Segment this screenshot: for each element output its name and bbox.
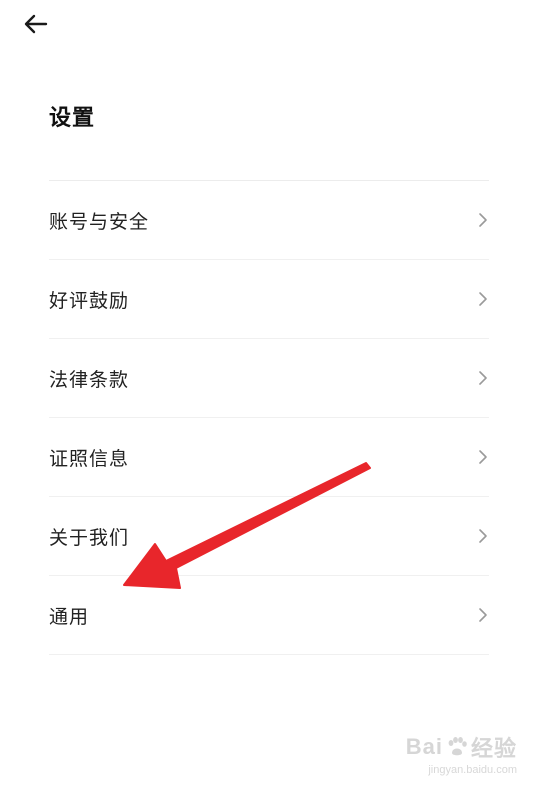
watermark-brand-right: 经验 [470,736,517,761]
menu-item-about-us[interactable]: 关于我们 [49,497,489,576]
chevron-right-icon [479,213,487,227]
chevron-right-icon [479,450,487,464]
menu-item-label: 好评鼓励 [49,289,130,312]
menu-item-general[interactable]: 通用 [49,576,489,655]
back-button[interactable] [16,6,56,42]
menu-item-label: 账号与安全 [49,210,150,233]
menu-item-account-security[interactable]: 账号与安全 [49,181,489,260]
menu-item-legal-terms[interactable]: 法律条款 [49,339,489,418]
menu-item-rating[interactable]: 好评鼓励 [49,260,489,339]
watermark-brand: Bai 经验 [406,731,517,763]
menu-item-label: 关于我们 [49,526,130,549]
chevron-right-icon [479,292,487,306]
menu-item-license-info[interactable]: 证照信息 [49,418,489,497]
arrow-left-icon [24,14,48,34]
menu-item-label: 法律条款 [49,368,130,391]
chevron-right-icon [479,371,487,385]
paw-icon [448,737,467,756]
baidu-jingyan-watermark: Bai 经验 jingyan.baidu.com [406,731,517,776]
chevron-right-icon [479,608,487,622]
settings-menu-list: 账号与安全 好评鼓励 法律条款 证照信息 关于我们 通用 [49,180,489,655]
menu-item-label: 证照信息 [49,447,130,470]
watermark-brand-left: Bai [405,734,443,759]
menu-item-label: 通用 [49,605,90,628]
watermark-url: jingyan.baidu.com [428,764,517,776]
page-title: 设置 [49,106,96,131]
chevron-right-icon [479,529,487,543]
